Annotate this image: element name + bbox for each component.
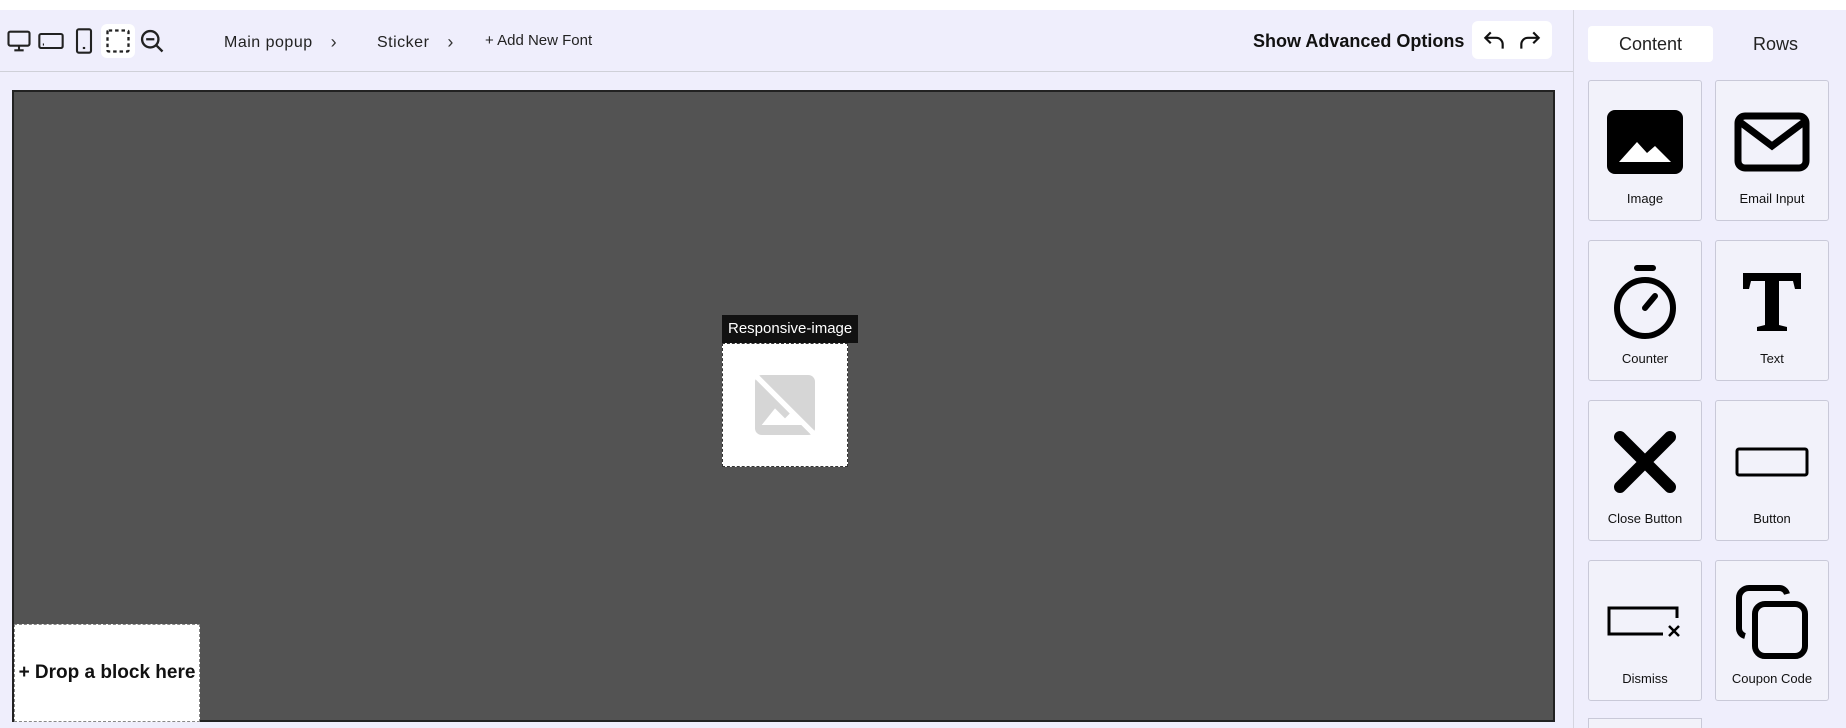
- show-advanced-options-button[interactable]: Show Advanced Options: [1253, 31, 1464, 52]
- image-placeholder-icon: [751, 371, 819, 439]
- toolbar: Main popup › Sticker › + Add New Font Sh…: [0, 10, 1573, 72]
- mobile-view-icon[interactable]: [67, 24, 101, 58]
- tablet-landscape-view-icon[interactable]: [34, 24, 68, 58]
- blocks-panel: Content Rows Image Email Input Counter T…: [1573, 10, 1846, 728]
- stopwatch-icon: [1614, 265, 1676, 339]
- block-label: Dismiss: [1622, 671, 1668, 686]
- dismiss-icon: [1607, 606, 1680, 637]
- undo-redo-group: [1472, 21, 1552, 59]
- breadcrumb-label: Sticker: [377, 33, 430, 51]
- block-partial[interactable]: [1588, 718, 1702, 728]
- text-t-icon: [1743, 273, 1801, 331]
- tab-rows[interactable]: Rows: [1713, 26, 1838, 62]
- block-close-button[interactable]: Close Button: [1588, 400, 1702, 541]
- block-label: Counter: [1621, 351, 1669, 366]
- button-rectangle-icon: [1735, 447, 1809, 477]
- block-label: Button: [1753, 511, 1791, 526]
- breadcrumb-main-popup[interactable]: Main popup ›: [224, 32, 337, 53]
- breadcrumb-label: Main popup: [224, 33, 313, 51]
- undo-icon[interactable]: [1478, 24, 1510, 56]
- block-button[interactable]: Button: [1715, 400, 1829, 541]
- selection-outline-icon[interactable]: [101, 24, 135, 58]
- block-label: Close Button: [1607, 511, 1683, 526]
- popup-canvas[interactable]: Responsive-image ➤ + Drop a block here: [12, 90, 1555, 722]
- mouse-pointer-icon: ➤: [828, 356, 844, 376]
- tab-content[interactable]: Content: [1588, 26, 1713, 62]
- selected-block-label: Responsive-image: [722, 315, 859, 343]
- block-counter[interactable]: Counter: [1588, 240, 1702, 381]
- block-text[interactable]: Text: [1715, 240, 1829, 381]
- envelope-icon: [1734, 112, 1810, 172]
- image-icon: [1607, 110, 1683, 174]
- block-label: Image: [1626, 191, 1664, 206]
- block-dismiss[interactable]: Dismiss: [1588, 560, 1702, 701]
- drop-block-zone[interactable]: + Drop a block here: [14, 624, 200, 722]
- close-x-icon: [1614, 431, 1676, 493]
- block-email-input[interactable]: Email Input: [1715, 80, 1829, 221]
- content-blocks-grid: Image Email Input Counter Text Close But…: [1588, 80, 1838, 701]
- zoom-out-icon[interactable]: [135, 24, 169, 58]
- block-label: Text: [1760, 351, 1784, 366]
- desktop-view-icon[interactable]: [2, 24, 36, 58]
- redo-icon[interactable]: [1514, 24, 1546, 56]
- block-coupon-code[interactable]: Coupon Code: [1715, 560, 1829, 701]
- copy-icon: [1736, 585, 1808, 659]
- add-new-font-link[interactable]: + Add New Font: [485, 32, 592, 49]
- chevron-right-icon: ›: [330, 32, 338, 52]
- chevron-right-icon: ›: [447, 32, 454, 52]
- block-image[interactable]: Image: [1588, 80, 1702, 221]
- editor-area: Main popup › Sticker › + Add New Font Sh…: [0, 10, 1573, 728]
- panel-tabs: Content Rows: [1588, 26, 1838, 62]
- block-label: Coupon Code: [1731, 671, 1813, 686]
- block-label: Email Input: [1739, 191, 1805, 206]
- breadcrumb-sticker[interactable]: Sticker ›: [377, 32, 454, 53]
